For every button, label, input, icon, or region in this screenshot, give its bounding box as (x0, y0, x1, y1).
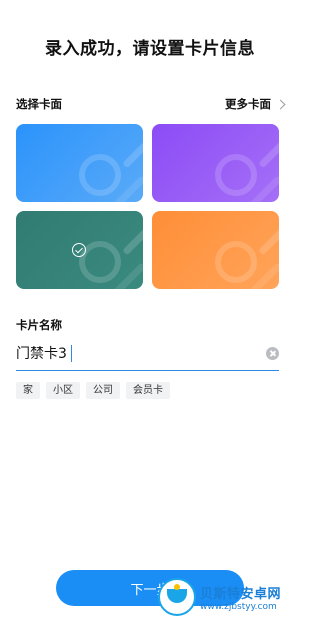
chevron-right-icon (275, 99, 286, 109)
card-face-blue[interactable] (16, 124, 143, 202)
name-suggestion-tags: 家 小区 公司 会员卡 (16, 382, 170, 399)
tag-chip[interactable]: 公司 (86, 382, 120, 399)
tag-chip[interactable]: 会员卡 (126, 382, 170, 399)
selected-check-icon (72, 243, 86, 257)
site-watermark: 贝斯特安卓网 www.zjbstyy.com (158, 572, 300, 622)
more-card-faces-label: 更多卡面 (225, 97, 271, 111)
text-cursor (71, 344, 72, 362)
key-watermark-icon (215, 154, 257, 196)
tag-chip[interactable]: 小区 (46, 382, 80, 399)
card-face-label: 选择卡面 (16, 97, 62, 111)
key-watermark-icon (79, 154, 121, 196)
card-face-purple[interactable] (152, 124, 279, 202)
card-name-field[interactable] (16, 336, 279, 371)
more-card-faces-link[interactable]: 更多卡面 (225, 96, 286, 112)
tag-chip[interactable]: 家 (16, 382, 40, 399)
card-name-input[interactable] (16, 345, 70, 361)
clear-icon[interactable] (266, 346, 279, 360)
key-watermark-icon (215, 241, 257, 283)
boat-logo-icon (158, 578, 196, 616)
card-face-orange[interactable] (152, 211, 279, 289)
watermark-name: 贝斯特安卓网 (200, 586, 282, 602)
card-face-header: 选择卡面 更多卡面 (16, 95, 286, 113)
card-face-teal[interactable] (16, 211, 143, 289)
watermark-url: www.zjbstyy.com (200, 601, 277, 612)
card-name-label: 卡片名称 (16, 318, 62, 332)
page-title: 录入成功，请设置卡片信息 (45, 39, 255, 59)
